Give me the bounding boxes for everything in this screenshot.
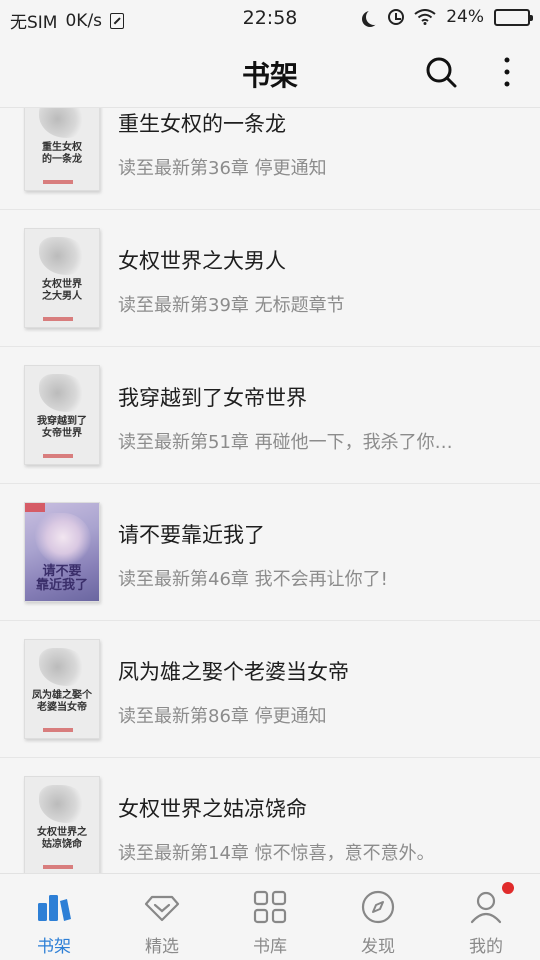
book-progress: 读至最新第36章 停更通知 — [118, 158, 327, 179]
page-title: 书架 — [241, 59, 298, 92]
cover-brand-mark — [43, 317, 73, 321]
book-title: 凤为雄之娶个老婆当女帝 — [118, 660, 349, 684]
cover-brand-mark — [43, 728, 73, 732]
nav-featured[interactable]: 精选 — [108, 874, 216, 960]
user-icon — [470, 891, 502, 924]
wifi-icon — [414, 9, 436, 25]
book-cover[interactable]: 重生女权 的一条龙 — [24, 108, 100, 191]
notification-badge — [502, 882, 514, 894]
battery-percent: 24% — [446, 7, 484, 27]
cover-art — [39, 108, 85, 138]
nav-me[interactable]: 我的 — [432, 874, 540, 960]
cover-art — [39, 237, 85, 275]
cover-brand-mark — [43, 180, 73, 184]
book-title: 女权世界之姑凉饶命 — [118, 797, 307, 821]
book-cover[interactable]: 女权世界 之大男人 — [24, 228, 100, 328]
book-progress: 读至最新第39章 无标题章节 — [118, 295, 345, 316]
nav-discover[interactable]: 发现 — [324, 874, 432, 960]
book-progress: 读至最新第46章 我不会再让你了! — [118, 569, 388, 590]
bottom-nav: 书架 精选 书库 发现 我的 — [0, 873, 540, 960]
book-row[interactable]: 我穿越到了 女帝世界 我穿越到了女帝世界 读至最新第51章 再碰他一下，我杀了你… — [0, 347, 540, 484]
nav-label: 发现 — [361, 937, 395, 957]
moon-icon — [366, 9, 382, 25]
battery-icon — [494, 8, 533, 26]
book-progress: 读至最新第51章 再碰他一下，我杀了你… — [118, 432, 453, 453]
nav-label: 我的 — [469, 937, 503, 957]
search-icon[interactable] — [425, 56, 457, 88]
cover-art — [39, 785, 85, 823]
book-progress: 读至最新第86章 停更通知 — [118, 706, 327, 727]
compass-icon — [361, 890, 395, 924]
book-cover[interactable]: 女权世界之 姑凉饶命 — [24, 776, 100, 873]
diamond-icon — [144, 895, 180, 922]
cover-brand-mark — [43, 865, 73, 869]
book-title: 我穿越到了女帝世界 — [118, 386, 307, 410]
nav-label: 书库 — [253, 937, 287, 957]
more-icon[interactable] — [496, 56, 518, 88]
bookshelf-list[interactable]: 重生女权 的一条龙 重生女权的一条龙 读至最新第36章 停更通知 女权世界 之大… — [0, 108, 540, 873]
nav-label: 书架 — [37, 937, 71, 957]
app-header: 书架 — [0, 38, 540, 108]
grid-icon — [253, 890, 287, 924]
book-title: 请不要靠近我了 — [118, 523, 265, 547]
cover-title: 女权世界之 姑凉饶命 — [37, 827, 87, 850]
alarm-icon — [388, 9, 405, 25]
cover-art — [39, 374, 85, 412]
nav-label: 精选 — [145, 937, 179, 957]
bookshelf-icon — [38, 895, 71, 921]
cover-corner-tag — [25, 503, 45, 512]
cover-title: 我穿越到了 女帝世界 — [37, 416, 87, 439]
book-progress: 读至最新第14章 惊不惊喜，意不意外。 — [118, 843, 435, 864]
book-row[interactable]: 女权世界 之大男人 女权世界之大男人 读至最新第39章 无标题章节 — [0, 210, 540, 347]
cover-art — [39, 648, 85, 686]
book-row[interactable]: 请不要 靠近我了 请不要靠近我了 读至最新第46章 我不会再让你了! — [0, 484, 540, 621]
book-row[interactable]: 女权世界之 姑凉饶命 女权世界之姑凉饶命 读至最新第14章 惊不惊喜，意不意外。 — [0, 758, 540, 873]
cover-brand-mark — [43, 454, 73, 458]
cover-title: 凤为雄之娶个 老婆当女帝 — [32, 690, 92, 713]
cover-title: 重生女权 的一条龙 — [42, 142, 82, 165]
cover-title: 请不要 靠近我了 — [35, 564, 88, 593]
nav-bookshelf[interactable]: 书架 — [0, 874, 108, 960]
nav-library[interactable]: 书库 — [216, 874, 324, 960]
book-title: 女权世界之大男人 — [118, 249, 286, 273]
book-row[interactable]: 重生女权 的一条龙 重生女权的一条龙 读至最新第36章 停更通知 — [0, 108, 540, 210]
status-bar: 无SIM 0K/s 22:58 24% — [0, 0, 540, 38]
cover-art — [35, 513, 91, 567]
book-cover[interactable]: 请不要 靠近我了 — [24, 502, 100, 602]
book-cover[interactable]: 我穿越到了 女帝世界 — [24, 365, 100, 465]
book-cover[interactable]: 凤为雄之娶个 老婆当女帝 — [24, 639, 100, 739]
cover-title: 女权世界 之大男人 — [42, 279, 82, 302]
book-row[interactable]: 凤为雄之娶个 老婆当女帝 凤为雄之娶个老婆当女帝 读至最新第86章 停更通知 — [0, 621, 540, 758]
book-title: 重生女权的一条龙 — [118, 112, 286, 136]
